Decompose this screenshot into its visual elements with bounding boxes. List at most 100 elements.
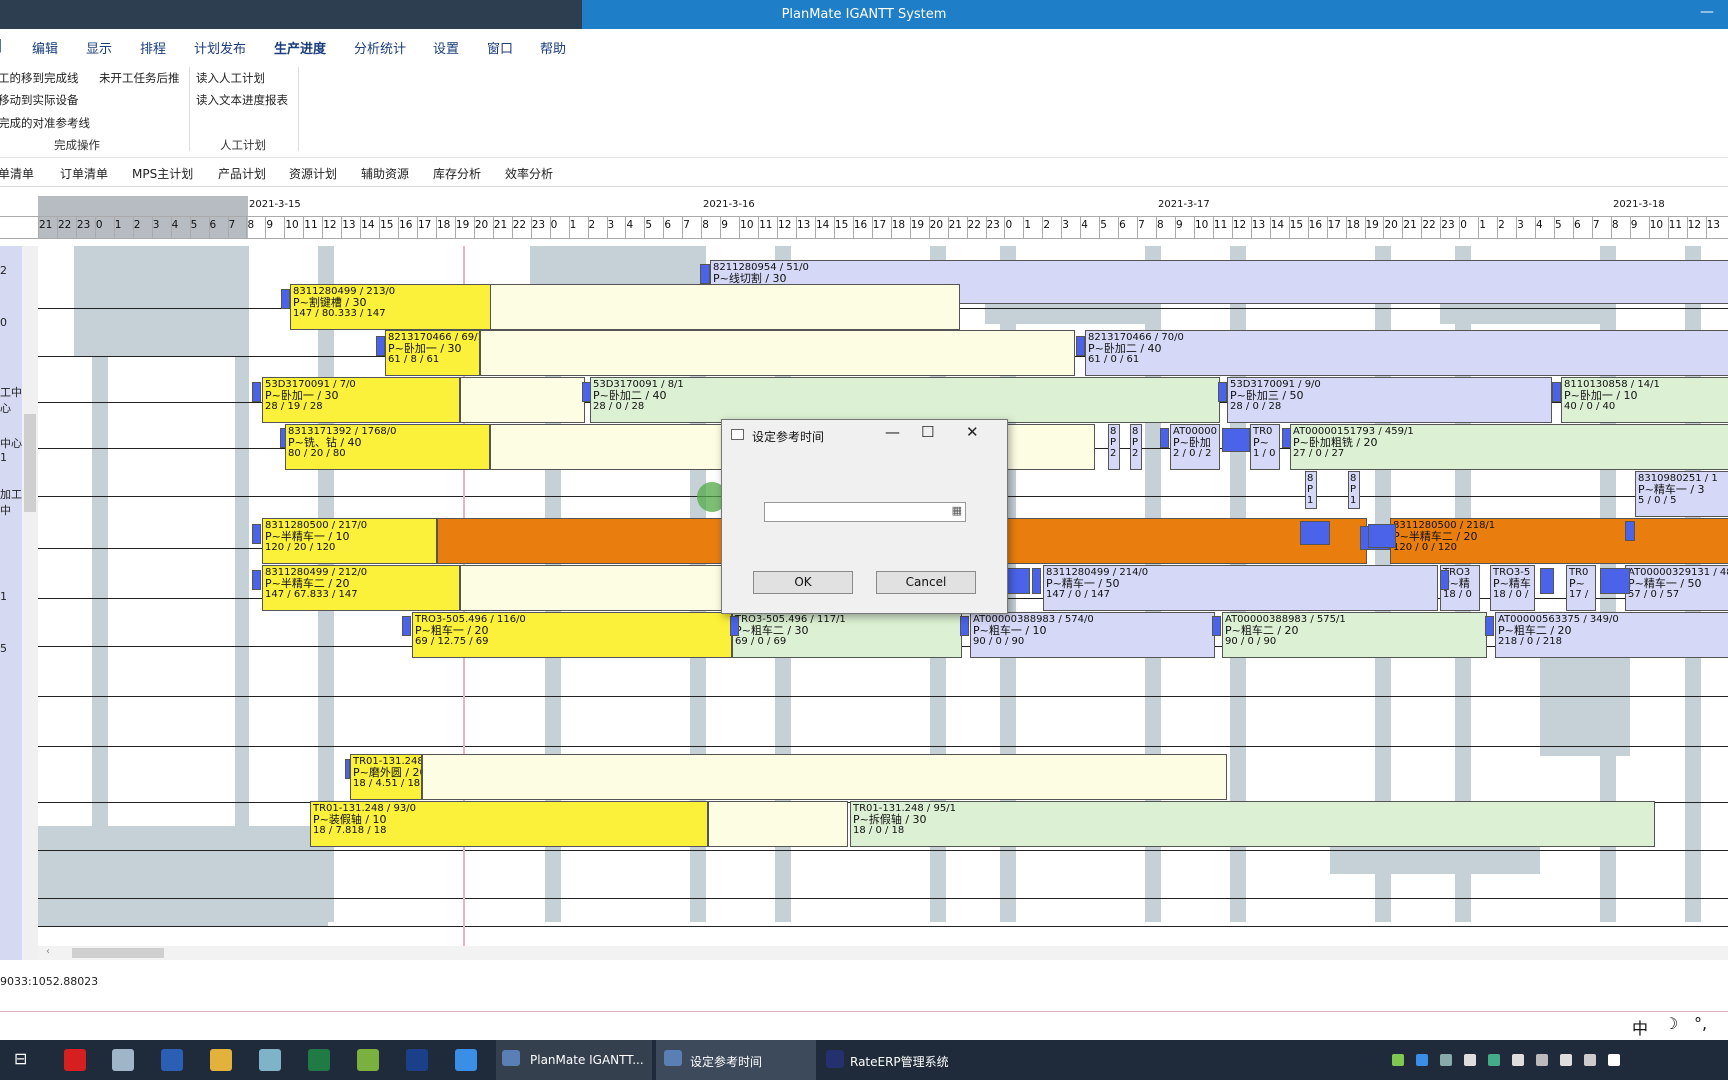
task-bar-extension[interactable]	[480, 330, 1075, 376]
tab-aux-resource[interactable]: 辅助资源	[361, 165, 409, 182]
tab-product-plan[interactable]: 产品计划	[218, 165, 266, 182]
tray-icon[interactable]	[1416, 1054, 1428, 1066]
bar-marker[interactable]	[1485, 616, 1494, 636]
bar-marker[interactable]	[345, 759, 350, 779]
ribbon-align-reference-line[interactable]: 完成的对准参考线	[0, 115, 90, 131]
ribbon-move-to-complete-line[interactable]: 工的移到完成线	[0, 70, 79, 86]
ok-button[interactable]: OK	[753, 571, 853, 594]
bar-marker[interactable]	[1032, 568, 1041, 594]
bar-marker[interactable]	[1160, 428, 1169, 448]
task-bar[interactable]: 8110130858 / 14/1 P~卧加一 / 10 40 / 0 / 40	[1561, 377, 1728, 423]
task-bar-small[interactable]: 8P2	[1108, 424, 1120, 470]
menu-plan-publish[interactable]: 计划发布	[194, 38, 246, 57]
menu-schedule[interactable]: 排程	[140, 38, 166, 57]
app-icon[interactable]	[455, 1049, 477, 1071]
resource-label[interactable]: 2	[0, 264, 7, 277]
task-bar[interactable]: AT00000388983 / 574/0 P~粗车一 / 10 90 / 0 / …	[970, 612, 1215, 658]
resource-label[interactable]: 5	[0, 642, 7, 655]
bar-marker[interactable]	[1368, 524, 1396, 548]
task-bar[interactable]: TRO3-5 P~精车 18 / 0 /	[1490, 565, 1535, 611]
ribbon-push-unstarted-tasks[interactable]: 未开工任务后推	[99, 70, 180, 86]
resource-label[interactable]: 加工中	[0, 486, 22, 518]
minimize-button[interactable]: —	[1700, 4, 1714, 20]
bar-marker[interactable]	[582, 382, 591, 402]
tray-icon[interactable]	[1392, 1054, 1404, 1066]
task-bar[interactable]: TRO3-505.496 / 116/0 P~粗车一 / 20 69 / 12.75…	[412, 612, 732, 658]
dialog-close-button[interactable]: ✕	[966, 423, 979, 441]
task-bar[interactable]: TR0 P~ 1 / 0	[1250, 424, 1280, 470]
moon-icon[interactable]: ☽	[1664, 1014, 1678, 1033]
punctuation-icon[interactable]: °,	[1694, 1014, 1707, 1033]
task-bar[interactable]: 8311280500 / 218/1 P~半精车二 / 20 120 / 0 / 1…	[1390, 518, 1728, 564]
bar-marker[interactable]	[1625, 521, 1635, 541]
task-bar[interactable]: TR01-131.248 / 94/0P~磨外圆 / 2018 / 4.51 /…	[350, 754, 422, 800]
bar-marker[interactable]	[252, 524, 261, 544]
task-bar-small[interactable]: 8P2	[1130, 424, 1142, 470]
menu-window[interactable]: 窗口	[487, 38, 513, 57]
task-bar-small[interactable]: 8P1	[1305, 471, 1317, 509]
app-icon[interactable]	[64, 1049, 86, 1071]
bar-marker[interactable]	[1552, 382, 1561, 402]
tab-efficiency[interactable]: 效率分析	[505, 165, 553, 182]
taskbar-app-planmate[interactable]: PlanMate IGANTT...	[496, 1040, 652, 1080]
menu-help[interactable]: 帮助	[540, 38, 566, 57]
bar-marker[interactable]	[1600, 568, 1630, 594]
dialog-maximize-button[interactable]: ☐	[921, 423, 934, 441]
tab-list[interactable]: 单清单	[0, 165, 34, 182]
task-bar-extension[interactable]	[460, 377, 585, 423]
menu-settings[interactable]: 设置	[433, 38, 459, 57]
bar-marker[interactable]	[1540, 568, 1554, 594]
task-bar[interactable]: AT00000329131 / 48 P~精车一 / 50 57 / 0 / 57	[1625, 565, 1728, 611]
task-bar[interactable]: AT00000 P~卧加 2 / 0 / 2	[1170, 424, 1220, 470]
task-bar[interactable]: 53D3170091 / 8/1 P~卧加二 / 40 28 / 0 / 28	[590, 377, 1220, 423]
cancel-button[interactable]: Cancel	[876, 571, 976, 594]
tab-order-list[interactable]: 订单清单	[60, 165, 108, 182]
notepad-icon[interactable]	[357, 1049, 379, 1071]
task-bar-extension[interactable]	[460, 565, 730, 611]
task-bar[interactable]: 8310980251 / 1 P~精车一 / 35 / 0 / 5	[1635, 471, 1728, 517]
ime-mode[interactable]: 中	[1632, 1015, 1648, 1039]
bar-marker[interactable]	[1440, 570, 1449, 590]
bar-marker[interactable]	[252, 570, 261, 590]
bar-marker[interactable]	[700, 264, 710, 284]
tab-mps[interactable]: MPS主计划	[132, 165, 193, 182]
resource-label[interactable]: 中心1	[0, 435, 22, 464]
tab-resource-plan[interactable]: 资源计划	[289, 165, 337, 182]
bar-marker[interactable]	[280, 428, 286, 448]
task-bar[interactable]: TR01-131.248 / 93/0 P~装假轴 / 10 18 / 7.818 …	[310, 801, 708, 847]
taskbar-app-erp[interactable]: RateERP管理系统	[820, 1040, 980, 1080]
task-bar-extension[interactable]	[422, 754, 1227, 800]
menu-analysis[interactable]: 分析统计	[354, 38, 406, 57]
bar-marker[interactable]	[960, 616, 969, 636]
scroll-thumb[interactable]	[72, 948, 164, 958]
task-bar[interactable]: 53D3170091 / 9/0 P~卧加三 / 50 28 / 0 / 28	[1227, 377, 1552, 423]
task-bar-small[interactable]: 8P1	[1348, 471, 1360, 509]
task-bar[interactable]: AT00000563375 / 349/0 P~粗车二 / 20 218 / 0 /…	[1495, 612, 1728, 658]
bar-marker[interactable]	[252, 382, 261, 402]
dialog-minimize-button[interactable]: —	[885, 423, 900, 441]
tray-icon[interactable]	[1512, 1054, 1524, 1066]
resource-label[interactable]: 0	[0, 316, 7, 329]
ribbon-move-to-actual-device[interactable]: 移动到实际设备	[0, 92, 79, 108]
tray-icon[interactable]	[1608, 1054, 1620, 1066]
task-bar[interactable]: AT00000388983 / 575/1 P~粗车二 / 20 90 / 0 / …	[1222, 612, 1487, 658]
scroll-left-icon[interactable]: ‹	[46, 946, 50, 957]
task-bar[interactable]: 8311280500 / 217/0 P~半精车一 / 10 120 / 20 / …	[262, 518, 437, 564]
bar-marker[interactable]	[1076, 336, 1085, 356]
calendar-icon[interactable]: ▦	[952, 504, 962, 517]
scroll-thumb[interactable]	[24, 414, 36, 512]
bar-marker[interactable]	[281, 289, 290, 309]
bar-marker[interactable]	[402, 616, 411, 636]
menu-view[interactable]: 显示	[86, 38, 112, 57]
task-view-icon[interactable]: ⊟	[14, 1049, 27, 1068]
folder-icon[interactable]	[210, 1049, 232, 1071]
bar-marker[interactable]	[1212, 616, 1221, 636]
task-bar[interactable]: TR01-131.248 / 95/1 P~拆假轴 / 30 18 / 0 / 18	[850, 801, 1655, 847]
task-bar[interactable]: 8213170466 / 69/1 P~卧加一 / 30 61 / 8 / 61	[385, 330, 480, 376]
tray-icon[interactable]	[1464, 1054, 1476, 1066]
task-bar[interactable]: 8311280499 / 214/0 P~精车一 / 50 147 / 0 / 14…	[1043, 565, 1438, 611]
task-bar[interactable]: AT00000151793 / 459/1 P~卧加粗铣 / 20 27 / 0 /…	[1290, 424, 1728, 470]
task-bar[interactable]: 8311280499 / 212/0 P~半精车二 / 20 147 / 67.83…	[262, 565, 460, 611]
tray-icon[interactable]	[1536, 1054, 1548, 1066]
menu-cut-edge[interactable]: |	[0, 38, 2, 53]
